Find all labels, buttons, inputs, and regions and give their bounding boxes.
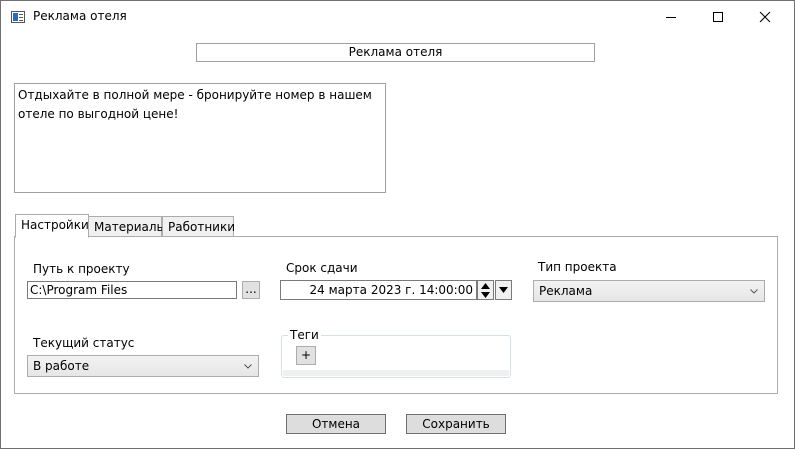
tags-group-strip (283, 370, 509, 376)
cancel-button[interactable]: Отмена (286, 414, 386, 434)
spin-down-icon[interactable] (478, 290, 493, 299)
close-button[interactable] (742, 1, 788, 33)
project-name-field[interactable]: Реклама отеля (196, 43, 595, 62)
tab-workers[interactable]: Работники (162, 216, 235, 238)
tab-materials[interactable]: Материалы (88, 216, 166, 238)
deadline-calendar-button[interactable] (495, 280, 512, 300)
minimize-icon (666, 16, 676, 18)
path-input[interactable]: C:\Program Files (27, 281, 237, 299)
minimize-button[interactable] (648, 1, 694, 33)
dropdown-arrow-icon (499, 287, 508, 293)
chevron-down-icon (749, 281, 759, 301)
status-label: Текущий статус (33, 336, 135, 350)
tags-label: Теги (288, 328, 321, 342)
close-icon (759, 11, 771, 23)
project-type-value: Реклама (539, 284, 593, 298)
status-value: В работе (33, 359, 90, 373)
project-type-label: Тип проекта (538, 260, 617, 274)
project-description-field[interactable]: Отдыхайте в полной мере - бронируйте ном… (14, 83, 386, 193)
maximize-button[interactable] (695, 1, 741, 33)
browse-button[interactable]: ... (242, 281, 260, 299)
main-window: Реклама отеля Реклама отеля Отдыхайте в … (0, 0, 795, 449)
deadline-input[interactable]: 24 марта 2023 г. 14:00:00 (280, 280, 477, 300)
deadline-label: Срок сдачи (286, 261, 358, 275)
window-title: Реклама отеля (33, 9, 127, 23)
deadline-spinner[interactable] (477, 280, 494, 300)
app-icon (11, 11, 25, 23)
maximize-icon (713, 12, 723, 22)
title-bar[interactable]: Реклама отеля (1, 1, 794, 33)
spin-up-icon[interactable] (478, 281, 493, 290)
project-type-select[interactable]: Реклама (533, 280, 765, 302)
status-select[interactable]: В работе (27, 355, 259, 377)
add-tag-button[interactable]: + (296, 346, 316, 365)
tab-settings[interactable]: Настройки (15, 214, 89, 238)
chevron-down-icon (243, 356, 253, 376)
path-label: Путь к проекту (33, 262, 130, 276)
save-button[interactable]: Сохранить (406, 414, 506, 434)
